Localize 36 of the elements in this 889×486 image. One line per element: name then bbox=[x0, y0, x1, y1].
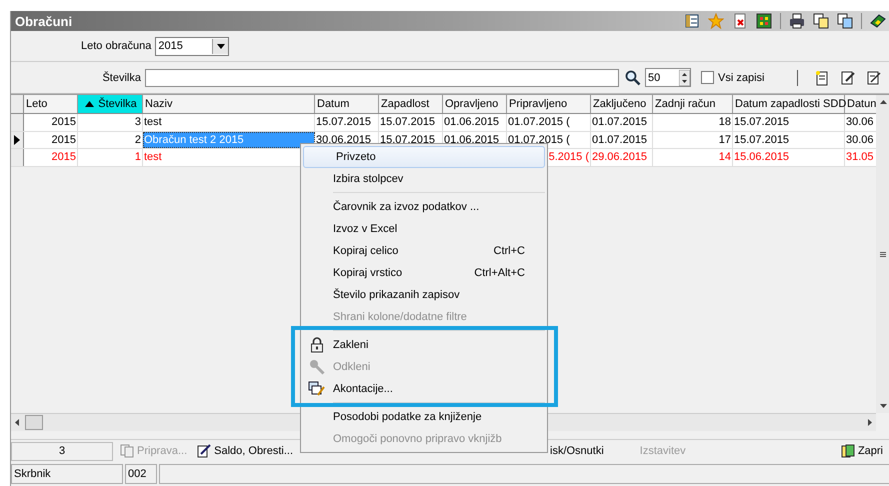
table-cell: 3 bbox=[134, 116, 141, 128]
table-cell: 01.06.2015 bbox=[444, 134, 500, 146]
table-cell: 15.07.2015 bbox=[380, 116, 436, 128]
table-cell: 01.06.2015 bbox=[444, 116, 500, 128]
table-cell: 15.06.2015 bbox=[734, 151, 790, 163]
table-cell: 30.06 bbox=[846, 134, 874, 146]
table-cell: 18 bbox=[718, 116, 731, 128]
table-cell: 15.07.2015 bbox=[316, 116, 372, 128]
table-cell: test bbox=[144, 151, 162, 163]
table-cell: 2015 bbox=[52, 134, 76, 146]
record-count: 3 bbox=[11, 442, 113, 460]
year-label: Leto obračuna bbox=[81, 40, 152, 52]
table-cell: 30.06 bbox=[846, 116, 874, 128]
table-cell: 01.07.2015 ( bbox=[508, 116, 570, 128]
table-cell: 31.05 bbox=[846, 151, 874, 163]
table-cell: 5.2015 ( bbox=[548, 151, 589, 163]
status-value: 002 bbox=[125, 464, 157, 484]
table-cell: Obračun test 2 2015 bbox=[144, 134, 244, 146]
table-cell: 15.07.2015 bbox=[380, 134, 436, 146]
table-cell: 17 bbox=[718, 134, 731, 146]
table-cell: 15.07.2015 bbox=[734, 134, 790, 146]
table-cell: test bbox=[144, 116, 162, 128]
table-cell: 15.07.2015 bbox=[734, 116, 790, 128]
table-cell: 30.06.2015 bbox=[316, 134, 372, 146]
status-label: Skrbnik bbox=[11, 464, 123, 484]
table-cell: 01.07.2015 bbox=[592, 134, 648, 146]
table-cell: 2 bbox=[134, 134, 141, 146]
number-label: Številka bbox=[101, 72, 141, 84]
table-cell: 1 bbox=[134, 151, 141, 163]
table-cell: 29.06.2015 bbox=[592, 151, 648, 163]
table-cell: 2015 bbox=[52, 151, 76, 163]
table-cell: 2015 bbox=[52, 116, 76, 128]
table-cell: 14 bbox=[718, 151, 731, 163]
table-cell: 01.07.2015 ( bbox=[508, 134, 570, 146]
window-title: Obračuni bbox=[15, 14, 72, 28]
table-cell: 01.07.2015 bbox=[592, 116, 648, 128]
